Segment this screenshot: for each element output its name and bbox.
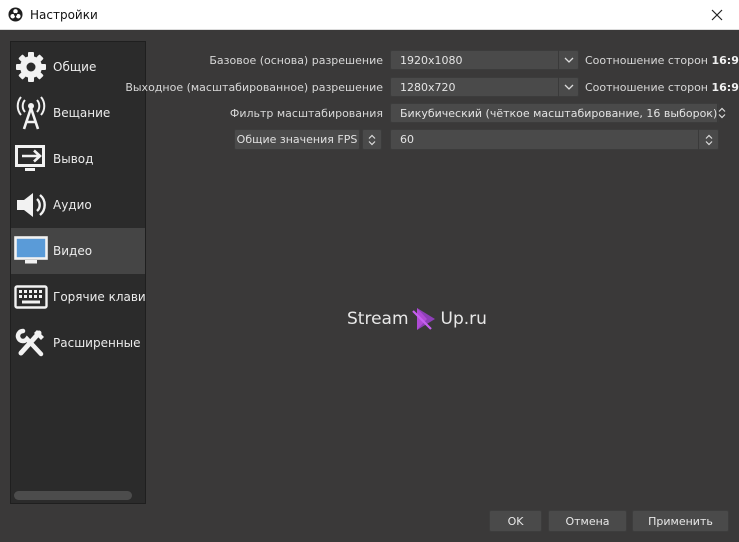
sidebar-item-stream[interactable]: Вещание (11, 90, 145, 136)
sidebar-item-advanced[interactable]: Расширенные (11, 320, 145, 366)
sidebar-item-output[interactable]: Вывод (11, 136, 145, 182)
sidebar-item-label: Вывод (53, 152, 94, 166)
title-bar: Настройки (0, 0, 739, 30)
keyboard-icon (13, 279, 49, 315)
output-monitor-icon (13, 141, 49, 177)
up-down-arrows-icon (698, 129, 718, 150)
scale-filter-select[interactable]: Бикубический (чёткое масштабирование, 16… (390, 103, 726, 123)
settings-sidebar: Общие Вещание Вывод Аудио Видео Горячие … (10, 41, 146, 504)
tools-icon (13, 325, 49, 361)
scale-filter-value: Бикубический (чёткое масштабирование, 16… (400, 106, 718, 120)
streamup-play-logo-icon (411, 308, 435, 330)
aspect-ratio-value: 16:9 (711, 54, 739, 67)
sidebar-item-label: Общие (53, 60, 97, 74)
base-resolution-label: Базовое (основа) разрешение (209, 54, 383, 67)
base-aspect-ratio: Соотношение сторон 16:9 (585, 54, 739, 67)
fps-value: 60 (400, 133, 414, 146)
monitor-icon (13, 233, 49, 269)
fps-type-select[interactable]: Общие значения FPS (234, 129, 360, 150)
aspect-ratio-label: Соотношение сторон (585, 54, 708, 67)
scale-filter-label: Фильтр масштабирования (229, 107, 383, 120)
apply-button[interactable]: Применить (632, 510, 729, 532)
close-button[interactable] (695, 0, 739, 30)
fps-type-label: Общие значения FPS (236, 133, 358, 146)
streamup-watermark: Stream Up.ru (347, 304, 487, 334)
base-resolution-value: 1920x1080 (400, 53, 463, 67)
watermark-right-text: Up.ru (440, 309, 487, 329)
speaker-icon (13, 187, 49, 223)
broadcast-antenna-icon (13, 95, 49, 131)
sidebar-item-video[interactable]: Видео (11, 228, 145, 274)
chevron-down-icon (558, 77, 578, 97)
watermark-left-text: Stream (347, 309, 409, 329)
sidebar-item-label: Расширенные (53, 336, 141, 350)
output-aspect-ratio: Соотношение сторон 16:9 (585, 81, 739, 94)
gear-icon (13, 49, 49, 85)
base-resolution-combo[interactable]: 1920x1080 (390, 50, 579, 70)
fps-value-select[interactable]: 60 (390, 129, 719, 150)
sidebar-item-label: Аудио (53, 198, 92, 212)
sidebar-item-label: Вещание (53, 106, 111, 120)
ok-button[interactable]: OK (489, 510, 542, 532)
aspect-ratio-value: 16:9 (711, 81, 739, 94)
sidebar-horizontal-scrollbar[interactable] (14, 491, 132, 500)
output-resolution-combo[interactable]: 1280x720 (390, 77, 579, 97)
output-resolution-value: 1280x720 (400, 80, 456, 94)
up-down-arrows-icon (717, 103, 726, 123)
obs-logo-icon (8, 7, 23, 22)
sidebar-item-label: Видео (53, 244, 93, 258)
sidebar-item-label: Горячие клавиш (53, 290, 145, 304)
fps-type-arrows[interactable] (362, 129, 382, 150)
close-icon (711, 9, 723, 21)
up-down-arrows-icon (368, 134, 376, 145)
aspect-ratio-label: Соотношение сторон (585, 81, 708, 94)
sidebar-item-audio[interactable]: Аудио (11, 182, 145, 228)
window-title: Настройки (30, 8, 98, 22)
chevron-down-icon (558, 50, 578, 70)
output-resolution-label: Выходное (масштабированное) разрешение (125, 81, 383, 94)
sidebar-item-hotkeys[interactable]: Горячие клавиш (11, 274, 145, 320)
cancel-button[interactable]: Отмена (548, 510, 627, 532)
